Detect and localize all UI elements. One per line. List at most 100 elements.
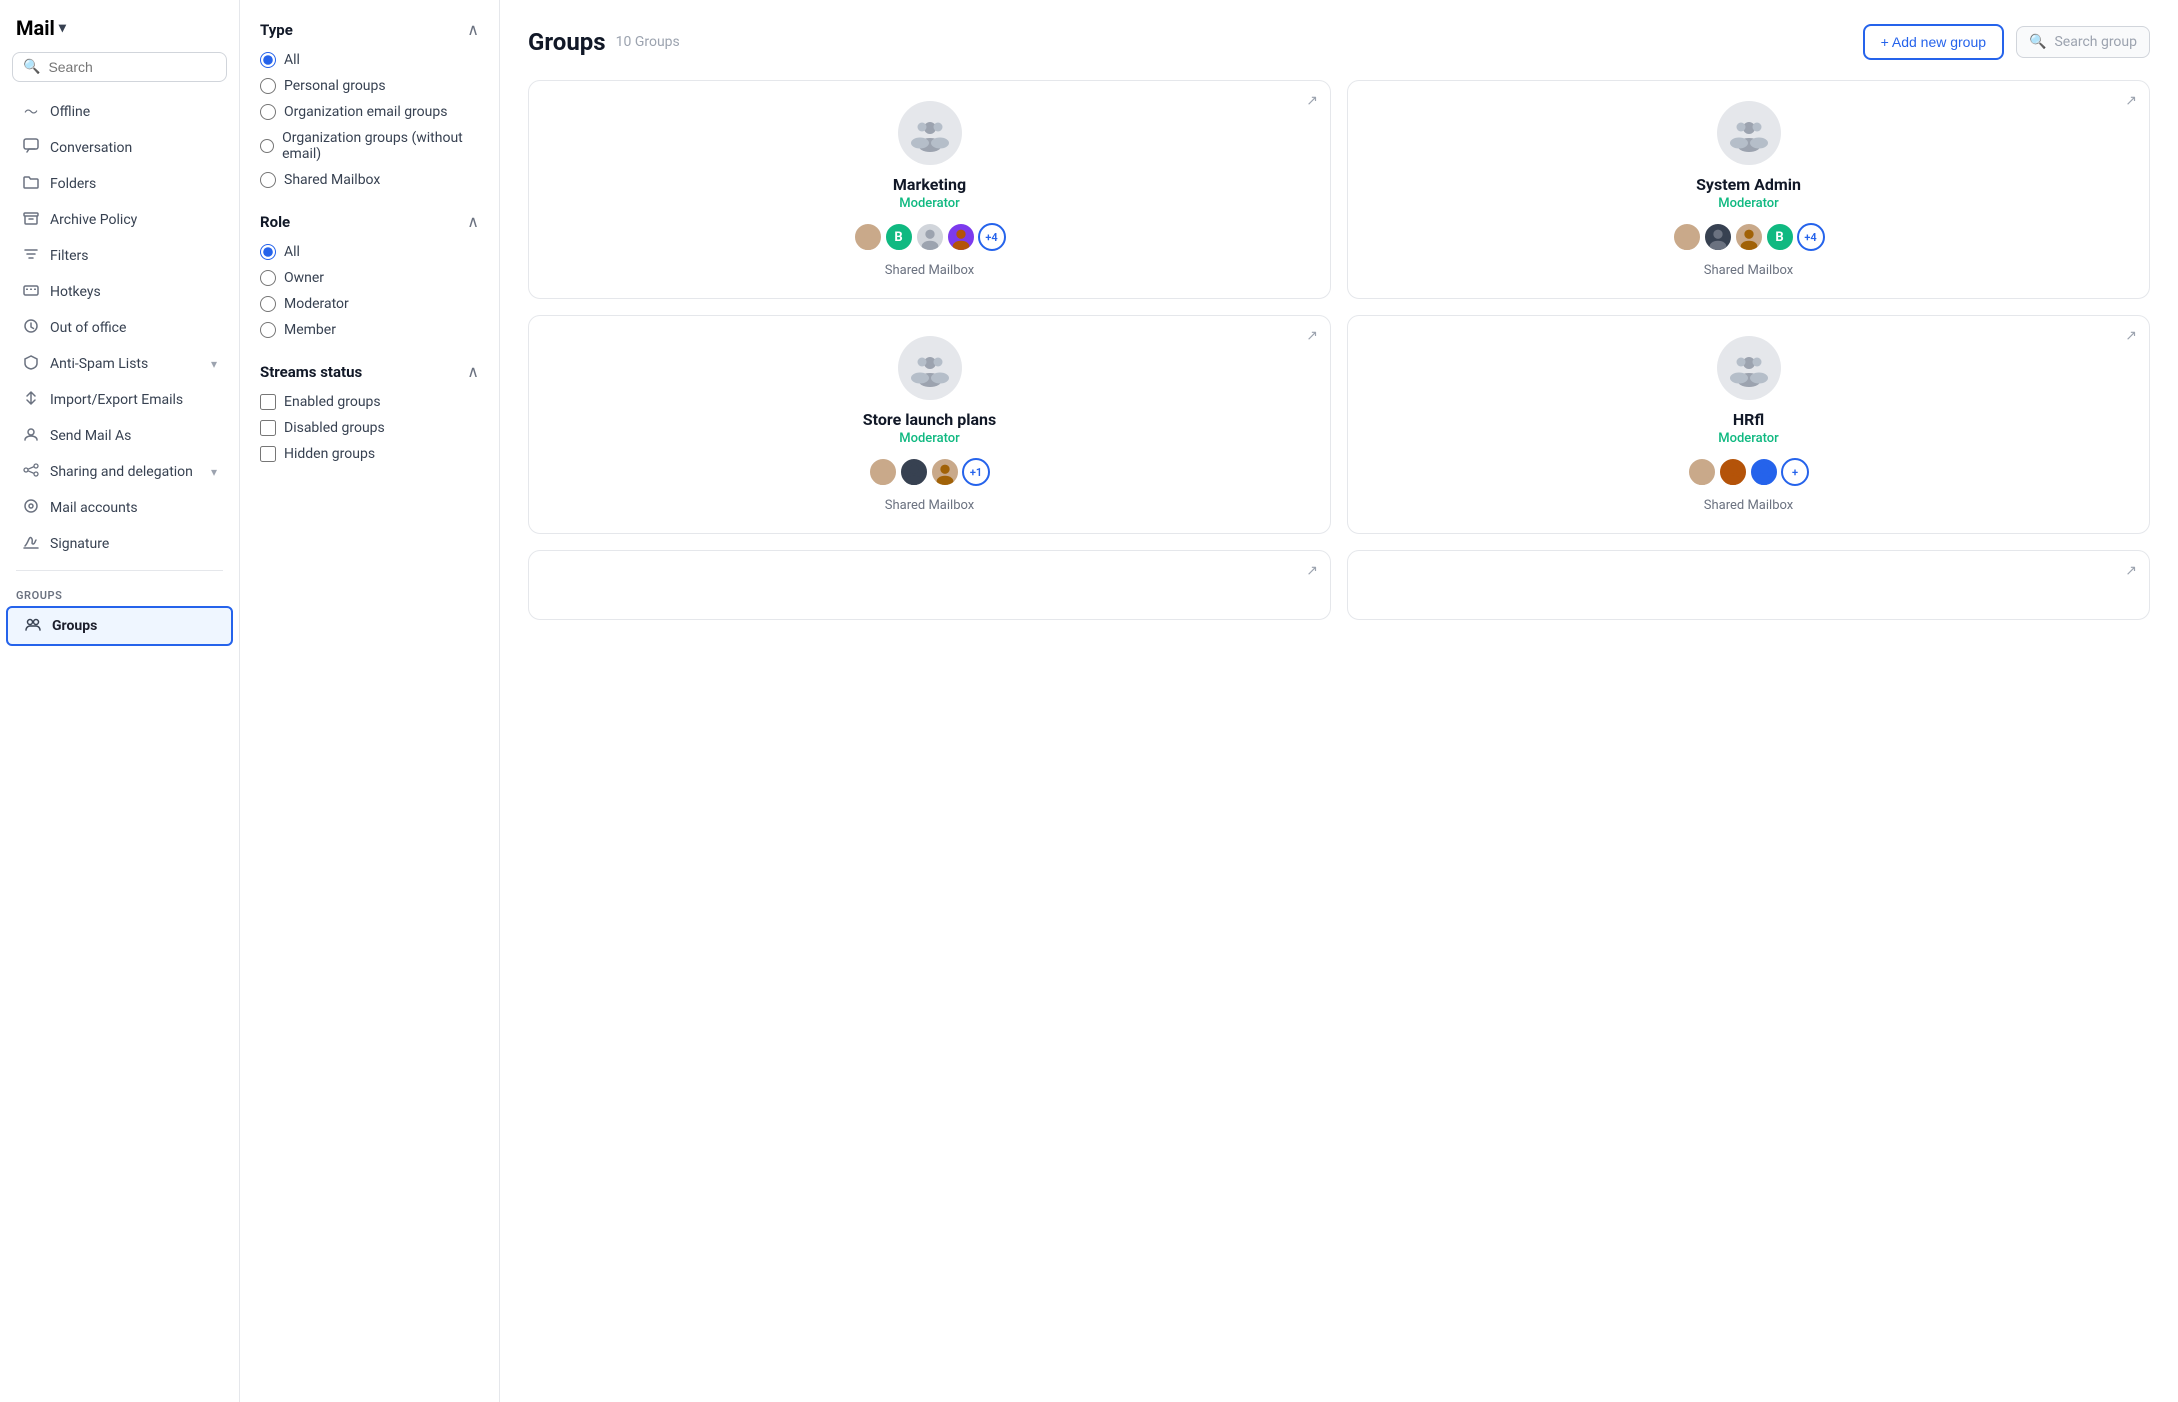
member-avatar [916, 223, 944, 251]
add-new-group-button[interactable]: + Add new group [1863, 24, 2004, 60]
group-avatar-marketing [898, 101, 962, 165]
filter-type-org-no-email-radio[interactable] [260, 138, 274, 154]
group-type-system-admin: Shared Mailbox [1704, 263, 1793, 278]
filter-type-all-radio[interactable] [260, 52, 276, 68]
sidebar-item-folders[interactable]: Folders [6, 166, 233, 202]
member-avatar [1688, 458, 1716, 486]
search-group-placeholder: Search group [2054, 34, 2137, 50]
group-role-hrfl: Moderator [1718, 431, 1779, 446]
filter-type-personal-radio[interactable] [260, 78, 276, 94]
filter-type-personal[interactable]: Personal groups [260, 78, 479, 94]
filter-role-all[interactable]: All [260, 244, 479, 260]
main-actions: + Add new group 🔍 Search group [1863, 24, 2150, 60]
sidebar-item-groups[interactable]: Groups [6, 606, 233, 646]
sidebar-item-sharing-delegation[interactable]: Sharing and delegation ▾ [6, 454, 233, 490]
filter-role-collapse[interactable]: ∧ [467, 212, 479, 232]
archive-icon [22, 210, 40, 230]
member-avatar [947, 223, 975, 251]
filter-role-all-radio[interactable] [260, 244, 276, 260]
filter-role-owner-radio[interactable] [260, 270, 276, 286]
filter-type-collapse[interactable]: ∧ [467, 20, 479, 40]
member-avatar [900, 458, 928, 486]
sidebar-search-box[interactable]: 🔍 [12, 52, 227, 82]
filter-streams-title: Streams status [260, 363, 362, 381]
sharing-chevron: ▾ [211, 465, 217, 479]
filter-streams-disabled[interactable]: Disabled groups [260, 420, 479, 436]
filter-streams-hidden[interactable]: Hidden groups [260, 446, 479, 462]
filter-role-owner-label: Owner [284, 270, 324, 286]
offline-icon: 〜 [22, 102, 40, 122]
group-role-store-launch: Moderator [899, 431, 960, 446]
group-avatar-hrfl [1717, 336, 1781, 400]
filter-role-member-radio[interactable] [260, 322, 276, 338]
group-name-system-admin: System Admin [1696, 175, 1801, 194]
filter-type-org-email[interactable]: Organization email groups [260, 104, 479, 120]
filter-type-shared-radio[interactable] [260, 172, 276, 188]
sidebar-item-out-of-office[interactable]: Out of office [6, 310, 233, 346]
member-avatar [1704, 223, 1732, 251]
external-link-icon[interactable]: ↗ [1306, 563, 1318, 579]
sidebar-item-label: Archive Policy [50, 212, 137, 228]
sidebar-item-send-mail-as[interactable]: Send Mail As [6, 418, 233, 454]
page-title: Groups [528, 28, 606, 56]
sidebar-item-label: Anti-Spam Lists [50, 356, 148, 372]
external-link-icon[interactable]: ↗ [1306, 328, 1318, 344]
import-export-icon [22, 390, 40, 410]
filter-type-all-label: All [284, 52, 300, 68]
groups-grid: ↗ Marketing Moderator B +4 Shared Mailbo… [528, 80, 2150, 620]
member-avatar [1719, 458, 1747, 486]
sidebar-item-label: Offline [50, 104, 90, 120]
filter-type-org-no-email-label: Organization groups (without email) [282, 130, 479, 162]
group-card-system-admin: ↗ System Admin Moderator B +4 Shared Mai… [1347, 80, 2150, 299]
filter-streams-hidden-label: Hidden groups [284, 446, 375, 462]
groups-icon [24, 616, 42, 636]
sidebar-groups-label: Groups [52, 618, 97, 634]
sidebar-item-conversation[interactable]: Conversation [6, 130, 233, 166]
filter-role-moderator-radio[interactable] [260, 296, 276, 312]
external-link-icon[interactable]: ↗ [1306, 93, 1318, 109]
filter-streams-hidden-checkbox[interactable] [260, 446, 276, 462]
sidebar-item-signature[interactable]: Signature [6, 526, 233, 562]
search-group-box[interactable]: 🔍 Search group [2016, 26, 2150, 58]
filter-streams-enabled-checkbox[interactable] [260, 394, 276, 410]
filter-role-member[interactable]: Member [260, 322, 479, 338]
sidebar-item-anti-spam[interactable]: Anti-Spam Lists ▾ [6, 346, 233, 382]
app-title[interactable]: Mail ▾ [0, 16, 239, 52]
sharing-icon [22, 462, 40, 482]
sidebar-item-archive-policy[interactable]: Archive Policy [6, 202, 233, 238]
external-link-icon[interactable]: ↗ [2125, 563, 2137, 579]
filter-streams-collapse[interactable]: ∧ [467, 362, 479, 382]
group-name-hrfl: HRfl [1733, 410, 1764, 429]
sidebar-search-input[interactable] [48, 59, 216, 75]
filter-role-moderator[interactable]: Moderator [260, 296, 479, 312]
external-link-icon[interactable]: ↗ [2125, 328, 2137, 344]
group-type-hrfl: Shared Mailbox [1704, 498, 1793, 513]
filter-type-shared-label: Shared Mailbox [284, 172, 380, 188]
sidebar-item-mail-accounts[interactable]: Mail accounts [6, 490, 233, 526]
filter-type-org-email-radio[interactable] [260, 104, 276, 120]
filter-role-member-label: Member [284, 322, 336, 338]
sidebar-item-import-export[interactable]: Import/Export Emails [6, 382, 233, 418]
sidebar-item-hotkeys[interactable]: Hotkeys [6, 274, 233, 310]
hotkeys-icon [22, 282, 40, 302]
filter-role-owner[interactable]: Owner [260, 270, 479, 286]
group-type-store-launch: Shared Mailbox [885, 498, 974, 513]
group-role-system-admin: Moderator [1718, 196, 1779, 211]
filter-type-shared[interactable]: Shared Mailbox [260, 172, 479, 188]
filter-role-all-label: All [284, 244, 300, 260]
member-avatar [854, 223, 882, 251]
filters-icon [22, 246, 40, 266]
external-link-icon[interactable]: ↗ [2125, 93, 2137, 109]
filter-streams-disabled-checkbox[interactable] [260, 420, 276, 436]
filter-streams-enabled-label: Enabled groups [284, 394, 381, 410]
search-group-icon: 🔍 [2029, 34, 2046, 50]
member-avatar: B [1766, 223, 1794, 251]
member-count-badge-hrfl: + [1781, 458, 1809, 486]
filter-type-org-no-email[interactable]: Organization groups (without email) [260, 130, 479, 162]
sidebar: Mail ▾ 🔍 〜 Offline Conversation Folders … [0, 0, 240, 1402]
filter-streams-enabled[interactable]: Enabled groups [260, 394, 479, 410]
sidebar-item-offline[interactable]: 〜 Offline [6, 94, 233, 130]
sidebar-item-label: Signature [50, 536, 109, 552]
filter-type-all[interactable]: All [260, 52, 479, 68]
sidebar-item-filters[interactable]: Filters [6, 238, 233, 274]
